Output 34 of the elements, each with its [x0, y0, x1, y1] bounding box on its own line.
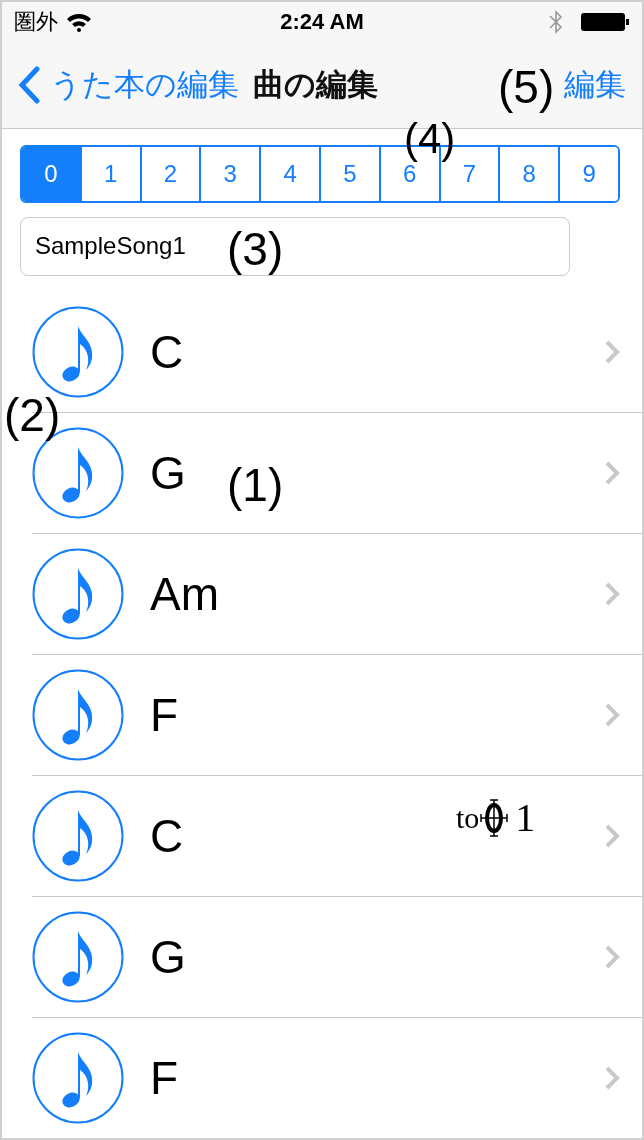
nav-title: 曲の編集 [253, 66, 378, 104]
music-note-icon [32, 911, 124, 1003]
chord-label: G [150, 930, 186, 984]
chevron-icon [604, 460, 620, 486]
jump-label: to [456, 800, 480, 835]
edit-button[interactable]: 編集 [564, 64, 626, 106]
chord-label: C [150, 325, 184, 379]
segment-button[interactable]: 9 [558, 147, 618, 201]
chord-label: G [150, 446, 186, 500]
back-chevron-icon [18, 66, 40, 104]
segment-button[interactable]: 0 [22, 147, 80, 201]
clock-time: 2:24 AM [280, 9, 364, 35]
chevron-icon [604, 339, 620, 365]
chord-label: F [150, 1051, 179, 1105]
chord-label: C [150, 809, 184, 863]
carrier-label: 圏外 [14, 8, 58, 36]
chevron-icon [604, 823, 620, 849]
back-button[interactable]: うた本の編集 [18, 64, 239, 106]
wifi-icon [66, 12, 92, 32]
chord-label: Am [150, 567, 219, 621]
music-note-icon [32, 790, 124, 882]
chevron-icon [604, 944, 620, 970]
coda-icon [479, 797, 510, 838]
music-note-icon [32, 306, 124, 398]
music-note-icon [32, 548, 124, 640]
music-note-icon [32, 1032, 124, 1124]
bluetooth-icon [548, 9, 564, 35]
chevron-icon [604, 1065, 620, 1091]
jump-number: 1 [515, 794, 536, 841]
battery-icon [580, 11, 630, 33]
music-note-icon [32, 669, 124, 761]
chevron-icon [604, 581, 620, 607]
chord-label: F [150, 688, 179, 742]
chevron-icon [604, 702, 620, 728]
